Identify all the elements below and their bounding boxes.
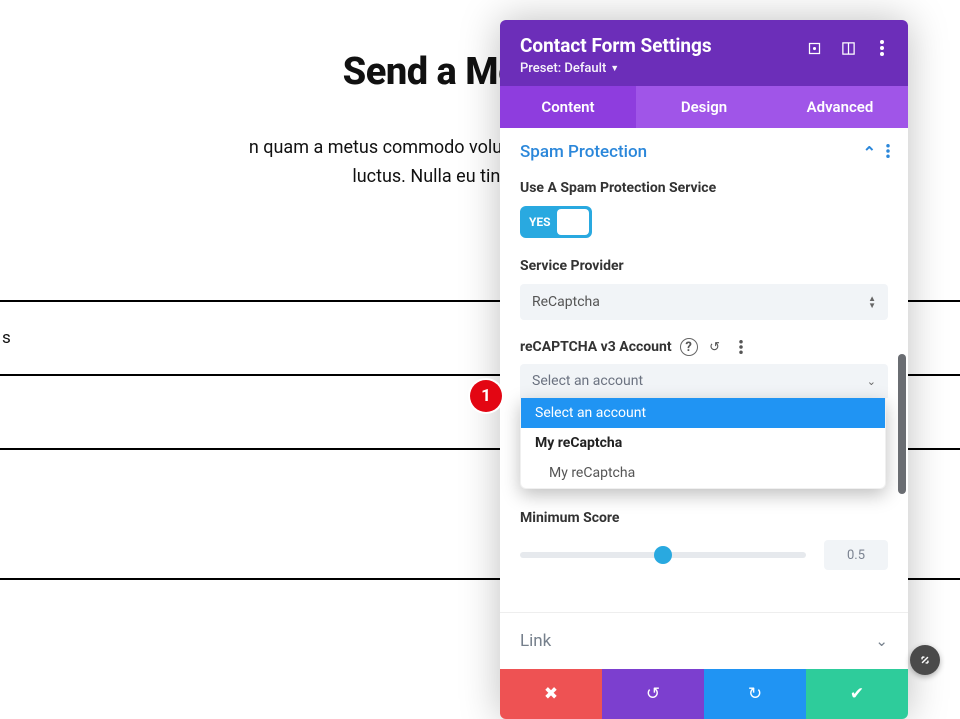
cancel-button[interactable]: ✖ bbox=[500, 669, 602, 719]
tab-design[interactable]: Design bbox=[636, 86, 772, 128]
save-button[interactable]: ✔ bbox=[806, 669, 908, 719]
preset-selector[interactable]: Preset: Default ▼ bbox=[520, 61, 712, 76]
min-score-value[interactable]: 0.5 bbox=[824, 540, 888, 570]
slider-thumb[interactable] bbox=[654, 546, 672, 564]
account-label-row: reCAPTCHA v3 Account ? ↺ bbox=[520, 338, 888, 356]
panel-header: Contact Form Settings Preset: Default ▼ bbox=[500, 20, 908, 86]
use-service-toggle[interactable]: YES bbox=[520, 206, 592, 238]
account-dropdown: Select an account My reCaptcha My reCapt… bbox=[520, 398, 886, 489]
select-arrows-icon: ▲▼ bbox=[868, 295, 876, 309]
annotation-marker-1: 1 bbox=[470, 380, 502, 412]
dropdown-option-group[interactable]: My reCaptcha bbox=[521, 428, 885, 458]
undo-button[interactable]: ↺ bbox=[602, 669, 704, 719]
scrollbar-thumb[interactable] bbox=[898, 354, 906, 494]
more-icon[interactable] bbox=[732, 338, 750, 356]
layout-icon[interactable] bbox=[840, 40, 856, 56]
provider-select[interactable]: ReCaptcha ▲▼ bbox=[520, 284, 888, 320]
dropdown-option-placeholder[interactable]: Select an account bbox=[521, 398, 885, 428]
min-score-label: Minimum Score bbox=[520, 510, 888, 526]
close-icon: ✖ bbox=[544, 684, 558, 704]
tab-advanced[interactable]: Advanced bbox=[772, 86, 908, 128]
min-score-slider[interactable] bbox=[520, 552, 806, 558]
panel-tabs: Content Design Advanced bbox=[500, 86, 908, 128]
undo-icon: ↺ bbox=[646, 684, 660, 704]
section-header-link[interactable]: Link ⌄ bbox=[500, 612, 908, 669]
chevron-up-icon[interactable]: ⌃ bbox=[863, 143, 876, 162]
chevron-down-icon: ⌄ bbox=[875, 632, 888, 650]
preset-label: Preset: Default bbox=[520, 61, 606, 76]
resize-handle[interactable] bbox=[910, 645, 940, 675]
settings-panel: Contact Form Settings Preset: Default ▼ … bbox=[500, 20, 908, 719]
toggle-yes-label: YES bbox=[529, 215, 551, 229]
section-header-spam[interactable]: Spam Protection ⌃ bbox=[500, 128, 908, 176]
more-icon[interactable] bbox=[874, 40, 890, 56]
more-icon[interactable] bbox=[886, 143, 890, 162]
panel-footer: ✖ ↺ ↻ ✔ bbox=[500, 669, 908, 719]
account-select-placeholder: Select an account bbox=[532, 373, 643, 389]
panel-body: Spam Protection ⌃ Use A Spam Protection … bbox=[500, 128, 908, 669]
dropdown-option-account[interactable]: My reCaptcha bbox=[521, 458, 885, 488]
use-service-label: Use A Spam Protection Service bbox=[520, 180, 888, 196]
section-content-spam: Use A Spam Protection Service YES Servic… bbox=[500, 180, 908, 588]
provider-label: Service Provider bbox=[520, 258, 888, 274]
expand-icon[interactable] bbox=[806, 40, 822, 56]
field-fragment: s bbox=[2, 328, 11, 348]
panel-title: Contact Form Settings bbox=[520, 34, 712, 57]
account-label: reCAPTCHA v3 Account bbox=[520, 339, 672, 355]
chevron-down-icon: ▼ bbox=[610, 63, 619, 74]
link-section-title: Link bbox=[520, 631, 551, 651]
section-title: Spam Protection bbox=[520, 142, 647, 162]
min-score-slider-row: 0.5 bbox=[520, 540, 888, 570]
help-icon[interactable]: ? bbox=[680, 338, 698, 356]
redo-button[interactable]: ↻ bbox=[704, 669, 806, 719]
provider-value: ReCaptcha bbox=[532, 294, 600, 310]
check-icon: ✔ bbox=[850, 684, 864, 704]
toggle-knob bbox=[557, 209, 589, 235]
reset-icon[interactable]: ↺ bbox=[706, 338, 724, 356]
account-select[interactable]: Select an account ⌄ bbox=[520, 364, 888, 398]
chevron-down-icon: ⌄ bbox=[867, 375, 876, 388]
redo-icon: ↻ bbox=[748, 684, 762, 704]
tab-content[interactable]: Content bbox=[500, 86, 636, 128]
